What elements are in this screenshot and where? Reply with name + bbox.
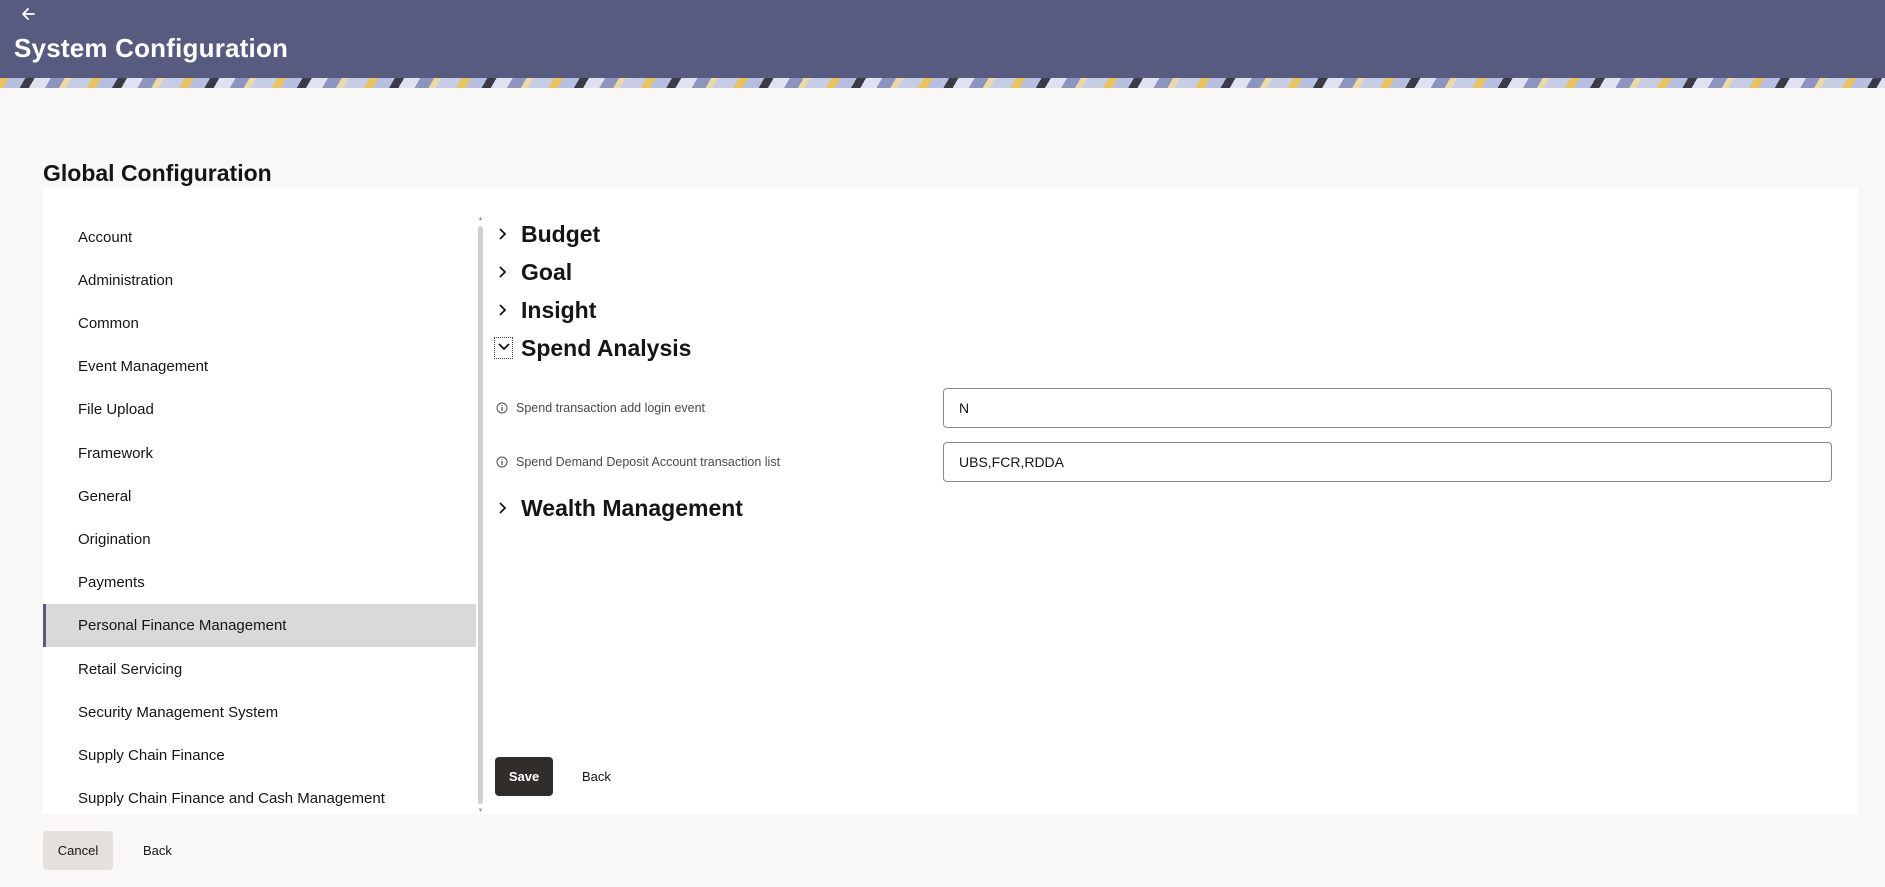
section-title: Global Configuration	[43, 160, 272, 186]
bottom-back-button[interactable]: Back	[143, 831, 172, 870]
back-button[interactable]: Back	[582, 757, 611, 796]
scroll-down-icon[interactable]: ▼	[477, 808, 484, 814]
accordion-insight[interactable]: Insight	[495, 294, 596, 326]
accordion-label: Spend Analysis	[521, 334, 692, 361]
info-icon[interactable]	[496, 456, 508, 468]
menu-item-retail-servicing[interactable]: Retail Servicing	[43, 648, 476, 691]
scroll-up-icon[interactable]: ▲	[477, 216, 484, 222]
menu-item-supply-chain-finance[interactable]: Supply Chain Finance	[43, 734, 476, 777]
cancel-button[interactable]: Cancel	[43, 831, 113, 870]
field-label-text: Spend transaction add login event	[516, 401, 706, 415]
chevron-right-icon	[495, 498, 512, 518]
field-label-dda-list: Spend Demand Deposit Account transaction…	[496, 452, 780, 472]
accordion-spend-analysis[interactable]: Spend Analysis	[494, 332, 692, 364]
arrow-left-icon[interactable]	[20, 2, 40, 26]
scroll-thumb[interactable]	[478, 226, 483, 804]
accordion-wealth-management[interactable]: Wealth Management	[495, 492, 743, 524]
login-event-input[interactable]: N	[943, 388, 1832, 428]
accordion-label: Insight	[521, 296, 597, 323]
chevron-right-icon	[495, 300, 512, 320]
category-menu: Account Administration Common Event Mana…	[43, 216, 476, 814]
chevron-right-icon	[495, 224, 512, 244]
accordion-label: Goal	[521, 258, 573, 285]
accordion-goal[interactable]: Goal	[495, 256, 572, 288]
menu-scrollbar[interactable]: ▲ ▼	[477, 216, 484, 814]
info-icon[interactable]	[496, 402, 508, 414]
menu-item-supply-chain-finance-cash-management[interactable]: Supply Chain Finance and Cash Management	[43, 777, 476, 820]
menu-item-origination[interactable]: Origination	[43, 518, 476, 561]
menu-item-event-management[interactable]: Event Management	[43, 345, 476, 388]
menu-item-personal-finance-management[interactable]: Personal Finance Management	[43, 604, 476, 647]
accordion-label: Budget	[521, 220, 601, 247]
menu-item-account[interactable]: Account	[43, 216, 476, 259]
menu-item-general[interactable]: General	[43, 475, 476, 518]
decorative-banner	[0, 78, 1885, 88]
accordion-budget[interactable]: Budget	[495, 218, 600, 250]
menu-item-file-upload[interactable]: File Upload	[43, 388, 476, 431]
menu-item-framework[interactable]: Framework	[43, 432, 476, 475]
menu-item-payments[interactable]: Payments	[43, 561, 476, 604]
field-label-text: Spend Demand Deposit Account transaction…	[516, 455, 781, 469]
chevron-down-icon	[494, 337, 513, 359]
menu-item-administration[interactable]: Administration	[43, 259, 476, 302]
dda-transaction-list-input[interactable]: UBS,FCR,RDDA	[943, 442, 1832, 482]
app-header: System Configuration	[0, 0, 1885, 88]
page-title: System Configuration	[14, 33, 289, 63]
field-label-login-event: Spend transaction add login event	[496, 398, 705, 418]
menu-item-common[interactable]: Common	[43, 302, 476, 345]
save-button[interactable]: Save	[495, 757, 553, 796]
chevron-right-icon	[495, 262, 512, 282]
accordion-label: Wealth Management	[521, 494, 743, 521]
menu-item-security-management-system[interactable]: Security Management System	[43, 691, 476, 734]
